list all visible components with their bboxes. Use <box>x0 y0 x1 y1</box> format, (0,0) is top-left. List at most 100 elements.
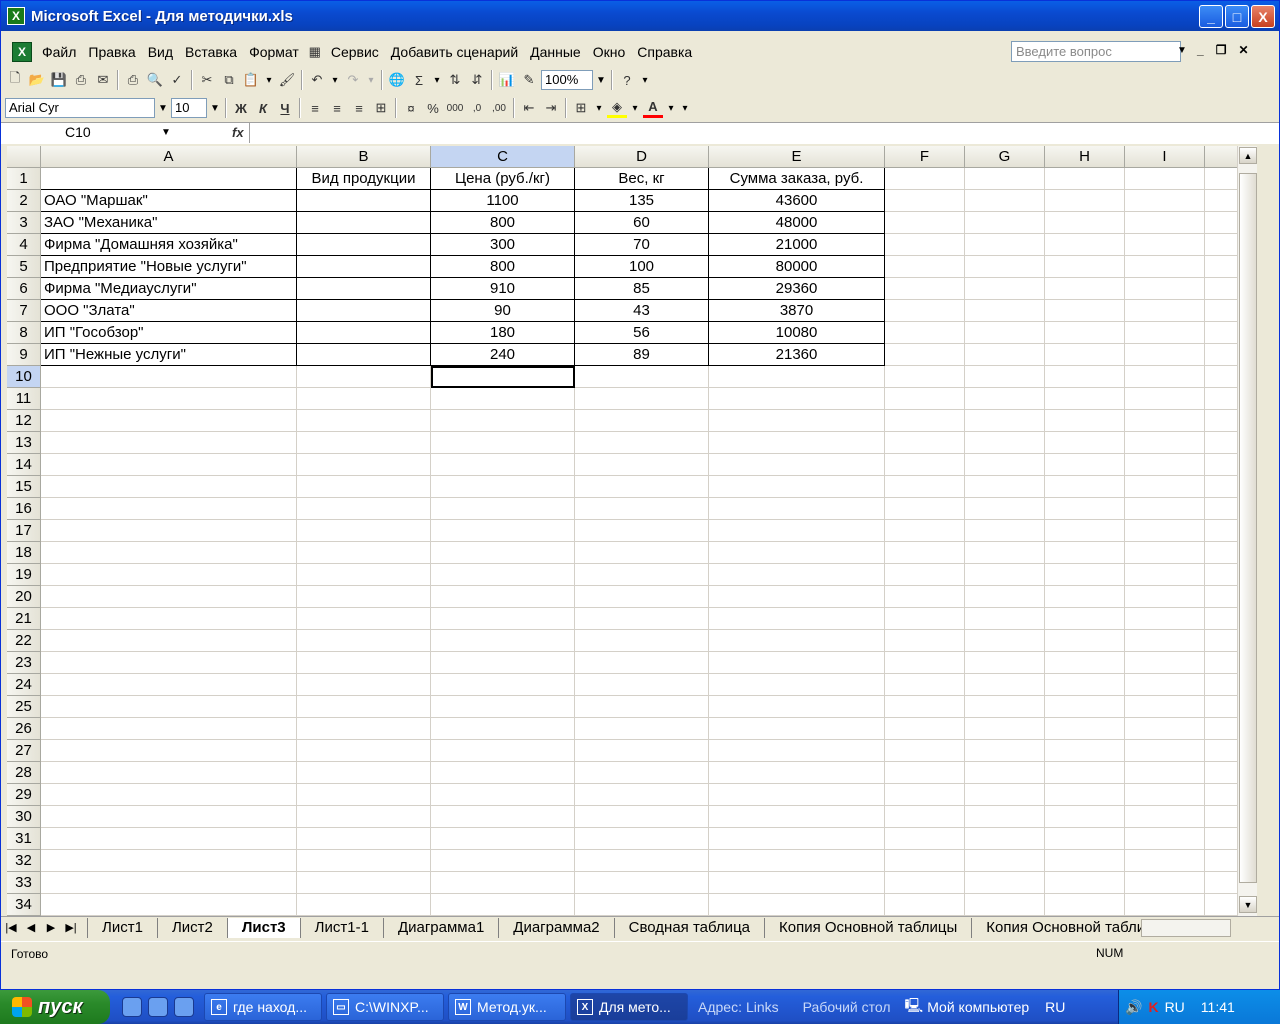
paste-icon[interactable]: 📋 <box>241 70 261 90</box>
cell[interactable] <box>431 630 575 652</box>
cell[interactable]: 56 <box>575 322 709 344</box>
menu-format[interactable]: Формат <box>243 44 305 60</box>
cell[interactable] <box>297 564 431 586</box>
cell[interactable] <box>41 762 297 784</box>
cell[interactable] <box>431 894 575 916</box>
cell[interactable] <box>965 520 1045 542</box>
cell[interactable] <box>297 674 431 696</box>
cell[interactable] <box>1205 454 1237 476</box>
cell[interactable] <box>1205 564 1237 586</box>
cell[interactable] <box>297 542 431 564</box>
currency-icon[interactable]: ¤ <box>401 98 421 118</box>
row-header[interactable]: 17 <box>7 520 41 542</box>
cell[interactable] <box>431 850 575 872</box>
row-header[interactable]: 16 <box>7 498 41 520</box>
cell[interactable] <box>965 608 1045 630</box>
column-header-a[interactable]: A <box>41 146 297 168</box>
row-header[interactable]: 11 <box>7 388 41 410</box>
cell[interactable] <box>575 366 709 388</box>
taskbar-item-folder[interactable]: ▭ C:\WINXP... <box>326 993 444 1021</box>
cell[interactable] <box>885 410 965 432</box>
cell[interactable]: 240 <box>431 344 575 366</box>
cell[interactable] <box>1205 300 1237 322</box>
cell[interactable] <box>297 718 431 740</box>
cell[interactable] <box>965 234 1045 256</box>
cell[interactable] <box>575 432 709 454</box>
cell[interactable] <box>1045 696 1125 718</box>
cell[interactable]: 21360 <box>709 344 885 366</box>
cell[interactable] <box>1205 366 1237 388</box>
row-header[interactable]: 31 <box>7 828 41 850</box>
cell[interactable] <box>41 806 297 828</box>
cell[interactable] <box>297 586 431 608</box>
cell[interactable] <box>575 586 709 608</box>
cell[interactable] <box>1045 542 1125 564</box>
insert-function-icon[interactable]: fx <box>232 125 244 140</box>
cell[interactable] <box>575 498 709 520</box>
cell[interactable] <box>1205 344 1237 366</box>
cell[interactable] <box>297 322 431 344</box>
cell[interactable] <box>965 190 1045 212</box>
cell[interactable] <box>41 608 297 630</box>
cell[interactable] <box>1125 784 1205 806</box>
cell[interactable]: Фирма "Домашняя хозяйка" <box>41 234 297 256</box>
row-header[interactable]: 12 <box>7 410 41 432</box>
cell[interactable] <box>575 564 709 586</box>
cell[interactable] <box>1125 432 1205 454</box>
cell[interactable] <box>709 718 885 740</box>
maximize-button[interactable]: □ <box>1225 5 1249 28</box>
cell[interactable]: 89 <box>575 344 709 366</box>
first-sheet-icon[interactable]: |◀ <box>1 921 21 934</box>
cell[interactable] <box>431 740 575 762</box>
cell[interactable] <box>1045 344 1125 366</box>
cell[interactable] <box>431 652 575 674</box>
cell[interactable] <box>41 586 297 608</box>
column-header-i[interactable]: I <box>1125 146 1205 168</box>
cell[interactable] <box>1045 520 1125 542</box>
open-icon[interactable]: 📂 <box>27 70 47 90</box>
permission-icon[interactable]: ⎙ <box>71 70 91 90</box>
cell[interactable] <box>885 652 965 674</box>
font-size-dropdown-icon[interactable]: ▼ <box>209 103 221 114</box>
cell[interactable] <box>1045 806 1125 828</box>
autosum-icon[interactable]: Σ <box>409 70 429 90</box>
cell[interactable] <box>297 498 431 520</box>
cell[interactable]: Цена (руб./кг) <box>431 168 575 190</box>
cell[interactable] <box>297 278 431 300</box>
menu-add-scenario[interactable]: Добавить сценарий <box>385 44 524 60</box>
cell[interactable] <box>575 520 709 542</box>
cell[interactable] <box>1045 454 1125 476</box>
sheet-tab[interactable]: Диаграмма2 <box>498 917 613 938</box>
cell[interactable] <box>1125 652 1205 674</box>
row-header[interactable]: 8 <box>7 322 41 344</box>
row-header[interactable]: 32 <box>7 850 41 872</box>
cell[interactable] <box>297 366 431 388</box>
sort-ascending-icon[interactable]: ⇅ <box>445 70 465 90</box>
row-header[interactable]: 13 <box>7 432 41 454</box>
cell[interactable]: 800 <box>431 212 575 234</box>
cell[interactable] <box>41 564 297 586</box>
cell[interactable] <box>41 674 297 696</box>
cell[interactable] <box>1125 300 1205 322</box>
cell[interactable]: 3870 <box>709 300 885 322</box>
cell[interactable] <box>965 542 1045 564</box>
column-header-f[interactable]: F <box>885 146 965 168</box>
cell[interactable] <box>431 608 575 630</box>
column-header-g[interactable]: G <box>965 146 1045 168</box>
cell[interactable] <box>1125 542 1205 564</box>
cell[interactable] <box>431 872 575 894</box>
cell[interactable] <box>885 344 965 366</box>
cell[interactable] <box>575 652 709 674</box>
last-sheet-icon[interactable]: ▶| <box>61 921 81 934</box>
horizontal-scrollbar[interactable] <box>1141 919 1231 937</box>
cell[interactable] <box>1205 278 1237 300</box>
cell[interactable] <box>965 806 1045 828</box>
cell[interactable] <box>297 344 431 366</box>
cell[interactable] <box>1045 212 1125 234</box>
increase-indent-icon[interactable]: ⇥ <box>541 98 561 118</box>
cell[interactable] <box>297 608 431 630</box>
column-header-c[interactable]: C <box>431 146 575 168</box>
row-header[interactable]: 4 <box>7 234 41 256</box>
cut-icon[interactable]: ✂ <box>197 70 217 90</box>
cell[interactable] <box>965 894 1045 916</box>
